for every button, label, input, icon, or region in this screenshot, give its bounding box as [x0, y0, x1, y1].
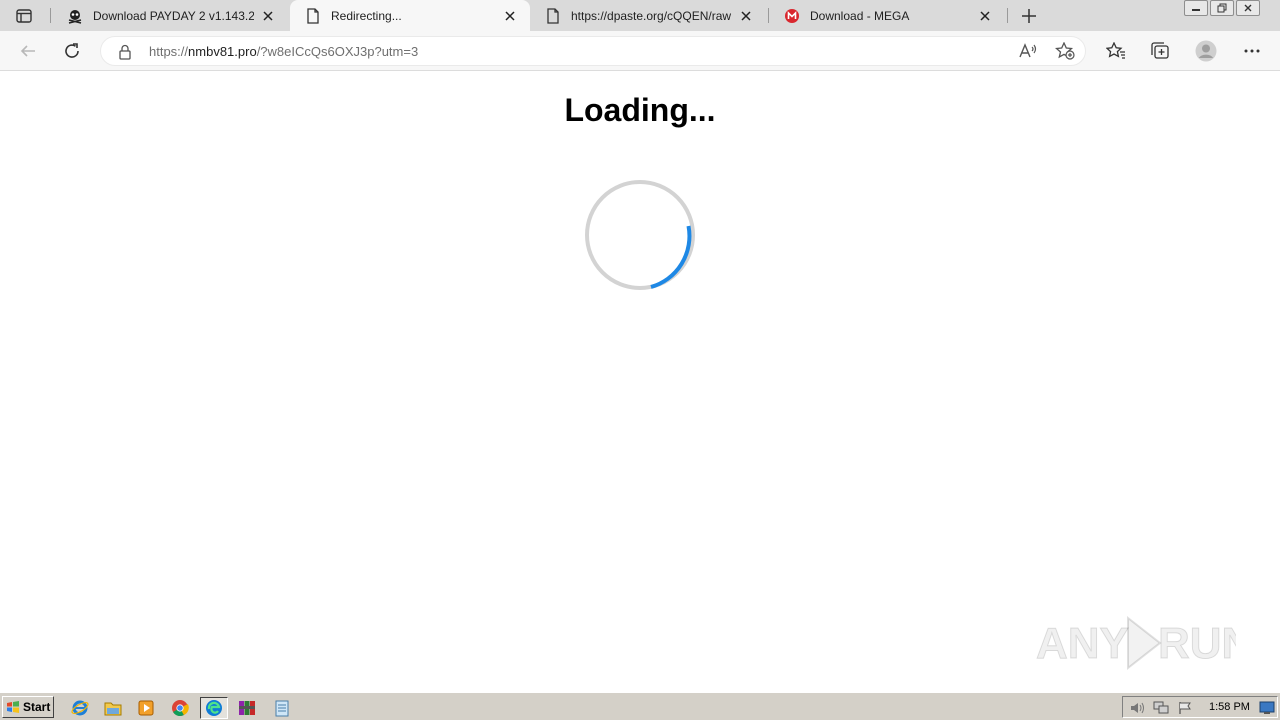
system-tray: 1:58 PM: [1122, 696, 1278, 718]
url-text[interactable]: https://nmbv81.pro/?w8eICcQs6OXJ3p?utm=3: [149, 44, 418, 59]
taskbar-edge[interactable]: [200, 697, 228, 719]
browser-toolbar: https://nmbv81.pro/?w8eICcQs6OXJ3p?utm=3: [0, 31, 1280, 71]
page-icon: [545, 7, 561, 24]
mega-logo-icon: [784, 8, 800, 24]
url-path: /?w8eICcQs6OXJ3p?utm=3: [256, 44, 419, 59]
play-triangle-icon: [1127, 615, 1162, 671]
action-center-flag-icon[interactable]: [1177, 701, 1193, 715]
tab-payday[interactable]: Download PAYDAY 2 v1.143.230: [52, 0, 288, 31]
favorites-button[interactable]: [1104, 39, 1128, 63]
plus-icon: [1022, 9, 1036, 23]
tab-title: Download - MEGA: [810, 8, 910, 23]
taskbar-clock[interactable]: 1:58 PM: [1209, 701, 1250, 713]
back-arrow-icon: [20, 45, 35, 57]
start-button[interactable]: Start: [2, 696, 54, 718]
url-host: nmbv81.pro: [188, 44, 257, 59]
watermark-text-left: ANY: [1036, 619, 1129, 668]
settings-more-button[interactable]: [1240, 39, 1264, 63]
tab-title: Redirecting...: [331, 8, 402, 23]
edge-icon: [206, 700, 222, 716]
windows-logo-icon: [7, 701, 19, 713]
tab-actions-button[interactable]: [10, 6, 38, 26]
minimize-button[interactable]: [1184, 0, 1208, 16]
new-tab-button[interactable]: [1018, 5, 1040, 27]
media-player-icon: [138, 700, 154, 716]
close-tab-button[interactable]: [260, 8, 276, 24]
address-bar[interactable]: https://nmbv81.pro/?w8eICcQs6OXJ3p?utm=3: [100, 36, 1086, 66]
taskbar-chrome[interactable]: [168, 697, 192, 719]
refresh-button[interactable]: [60, 39, 84, 63]
page-content: Loading... ANY RUN: [0, 72, 1280, 692]
tab-strip: Download PAYDAY 2 v1.143.230 Redirecting…: [0, 0, 1280, 31]
lock-icon[interactable]: [118, 44, 132, 60]
close-icon: [1244, 4, 1252, 12]
winrar-icon: [239, 701, 255, 715]
tab-redirecting[interactable]: Redirecting...: [290, 0, 530, 31]
folder-icon: [104, 702, 122, 716]
loading-heading: Loading...: [564, 92, 716, 128]
taskbar-explorer[interactable]: [101, 697, 125, 719]
tab-mega[interactable]: Download - MEGA: [769, 0, 1005, 31]
internet-explorer-icon: [71, 700, 89, 716]
restore-icon: [1217, 3, 1227, 13]
read-aloud-icon: [1019, 43, 1037, 58]
restore-button[interactable]: [1210, 0, 1234, 16]
taskbar-media-player[interactable]: [134, 697, 158, 719]
taskbar-winrar[interactable]: [235, 697, 259, 719]
show-desktop-icon[interactable]: [1259, 701, 1275, 715]
tab-actions-icon: [16, 9, 32, 23]
refresh-icon: [65, 43, 79, 58]
notepad-icon: [275, 700, 289, 717]
close-tab-button[interactable]: [738, 8, 754, 24]
taskbar-ie[interactable]: [68, 697, 92, 719]
close-tab-button[interactable]: [502, 8, 518, 24]
star-add-icon: [1055, 42, 1075, 60]
tab-title: Download PAYDAY 2 v1.143.230: [93, 8, 254, 23]
skull-icon: [67, 8, 83, 24]
network-icon[interactable]: [1153, 701, 1169, 715]
tab-separator: [50, 8, 51, 23]
tab-separator: [1007, 8, 1008, 23]
close-window-button[interactable]: [1236, 0, 1260, 16]
profile-button[interactable]: [1194, 39, 1218, 63]
tab-title: https://dpaste.org/cQQEN/raw: [571, 8, 732, 23]
close-icon: [263, 10, 273, 21]
page-icon: [305, 7, 321, 24]
start-label: Start: [23, 700, 51, 714]
taskbar: Start 1:58 PM: [0, 692, 1280, 720]
close-tab-button[interactable]: [977, 8, 993, 24]
chrome-icon: [172, 700, 189, 716]
url-prefix: https://: [149, 44, 189, 59]
avatar-icon: [1195, 40, 1217, 62]
favorites-icon: [1106, 42, 1125, 59]
add-favorite-button[interactable]: [1053, 39, 1077, 63]
back-button[interactable]: [16, 39, 40, 63]
collections-button[interactable]: [1148, 39, 1172, 63]
minimize-icon: [1192, 9, 1200, 11]
more-icon: [1244, 49, 1260, 53]
tab-dpaste[interactable]: https://dpaste.org/cQQEN/raw: [530, 0, 766, 31]
close-icon: [505, 10, 515, 21]
volume-icon[interactable]: [1129, 701, 1145, 715]
read-aloud-button[interactable]: [1017, 39, 1041, 63]
loading-spinner-icon: [585, 180, 695, 290]
watermark-text-right: RUN: [1158, 619, 1236, 668]
collections-icon: [1151, 42, 1169, 59]
close-icon: [741, 10, 751, 21]
close-icon: [980, 10, 990, 21]
window-controls: [1182, 0, 1260, 18]
taskbar-notepad[interactable]: [270, 697, 294, 719]
anyrun-watermark: ANY RUN: [1036, 615, 1236, 671]
